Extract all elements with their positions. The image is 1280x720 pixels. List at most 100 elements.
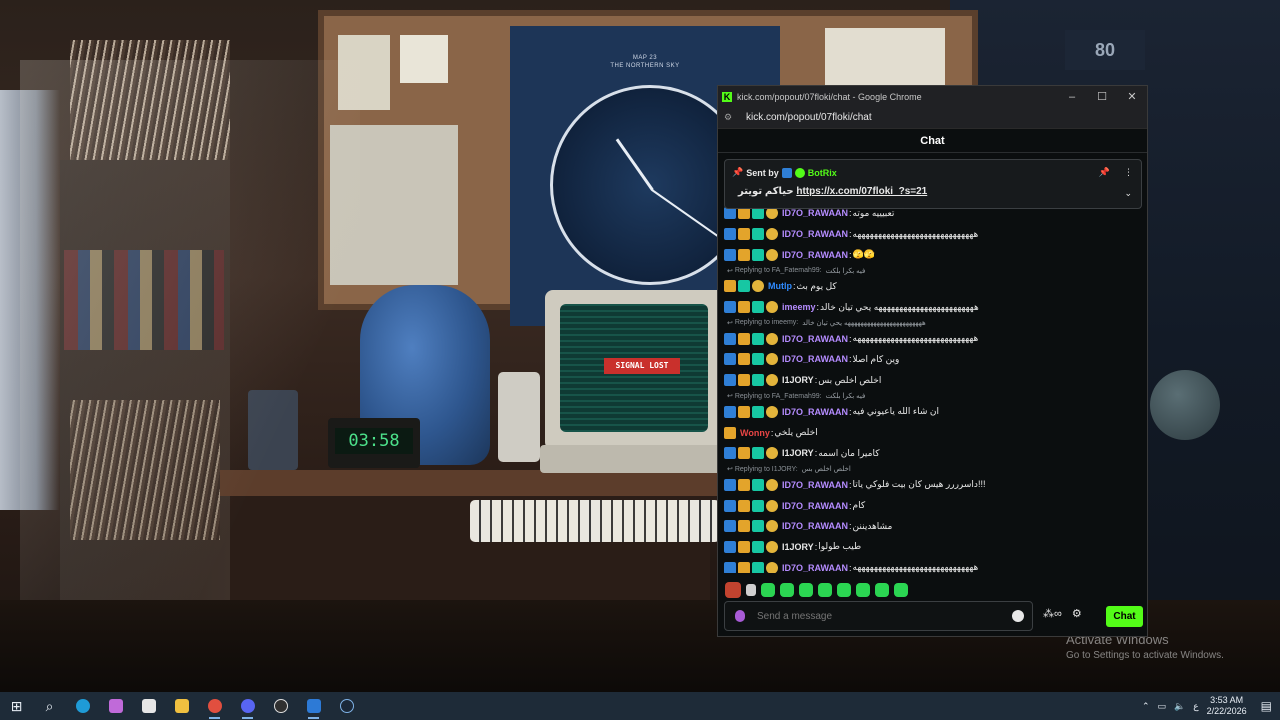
- window-titlebar[interactable]: K kick.com/popout/07floki/chat - Google …: [718, 86, 1147, 107]
- chat-username[interactable]: ID7O_RAWAAN: [782, 250, 848, 260]
- emoji-picker-icon[interactable]: [1012, 610, 1024, 622]
- colon-separator: :: [849, 333, 852, 344]
- maximize-button[interactable]: ☐: [1087, 90, 1117, 103]
- notification-icon[interactable]: ▤: [1261, 699, 1272, 713]
- green-emote-icon[interactable]: [761, 583, 775, 597]
- chat-message[interactable]: I1JORY: كاميرا مان اسمه: [724, 443, 1142, 464]
- green-emote-icon[interactable]: [818, 583, 832, 597]
- gift-badge-icon: [766, 374, 778, 387]
- pinned-sender-name[interactable]: BotRix: [808, 168, 837, 178]
- microphone-icon[interactable]: [735, 610, 745, 622]
- search-icon[interactable]: ⌕: [33, 692, 66, 720]
- chat-username[interactable]: ID7O_RAWAAN: [782, 480, 848, 490]
- chevron-down-icon[interactable]: ⌄: [1124, 188, 1132, 199]
- language-indicator[interactable]: ع: [1193, 701, 1198, 712]
- kick-emote-icon[interactable]: [725, 582, 741, 598]
- steam-icon[interactable]: [330, 692, 363, 720]
- chat-username[interactable]: Wonny: [740, 428, 770, 438]
- edge-icon[interactable]: [66, 692, 99, 720]
- chat-username[interactable]: imeemy: [782, 302, 816, 312]
- chat-username[interactable]: ID7O_RAWAAN: [782, 521, 848, 531]
- green-emote-icon[interactable]: [780, 583, 794, 597]
- chat-username[interactable]: I1JORY: [782, 448, 814, 458]
- gift-badge-icon: [766, 353, 778, 366]
- chat-username[interactable]: ID7O_RAWAAN: [782, 229, 848, 239]
- chat-message[interactable]: ID7O_RAWAAN: ان شاء الله ياعيوني فيه: [724, 402, 1142, 423]
- chat-messages[interactable]: ID7O_RAWAAN: تعبيييه موته ID7O_RAWAAN: هههه…: [724, 203, 1142, 573]
- kick-logo-icon: K: [722, 91, 732, 102]
- chat-message[interactable]: ID7O_RAWAAN: داسرررر هيس كان بيت فلوكي يا…: [724, 475, 1142, 496]
- chat-username[interactable]: Mutlp: [768, 281, 792, 291]
- discord-icon[interactable]: [231, 692, 264, 720]
- reply-context[interactable]: ↩ Replying to I1JORY: اخلص اخلص بس: [724, 464, 1142, 475]
- chat-username[interactable]: ID7O_RAWAAN: [782, 354, 848, 364]
- message-composer[interactable]: [724, 601, 1033, 631]
- gift-badge-icon: [766, 561, 778, 573]
- crown-badge-icon: [738, 540, 750, 553]
- volume-icon[interactable]: 🔈: [1174, 701, 1185, 712]
- copilot-icon[interactable]: [99, 692, 132, 720]
- settings-gear-icon[interactable]: ⚙: [1072, 607, 1082, 620]
- network-icon[interactable]: ▭: [1158, 701, 1167, 712]
- app-icon[interactable]: [297, 692, 330, 720]
- chat-username[interactable]: ID7O_RAWAAN: [782, 407, 848, 417]
- reply-context[interactable]: ↩ Replying to FA_Fatemah99: فيه بكرا بلكت: [724, 391, 1142, 402]
- minimize-button[interactable]: –: [1057, 91, 1087, 103]
- verified-icon: [794, 167, 805, 178]
- close-button[interactable]: ✕: [1117, 90, 1147, 103]
- chrome-icon[interactable]: [198, 692, 231, 720]
- chat-message[interactable]: ID7O_RAWAAN: كام: [724, 495, 1142, 516]
- clock-hand: [651, 189, 719, 237]
- chat-message[interactable]: Mutlp: كل يوم بث: [724, 276, 1142, 297]
- green-emote-icon[interactable]: [856, 583, 870, 597]
- chat-message[interactable]: ID7O_RAWAAN: 🫣🫣: [724, 244, 1142, 265]
- chat-message[interactable]: ID7O_RAWAAN: مشاهديننن: [724, 516, 1142, 537]
- chat-username[interactable]: ID7O_RAWAAN: [782, 334, 848, 344]
- points-icon[interactable]: ⁂∞: [1043, 607, 1062, 620]
- chat-username[interactable]: ID7O_RAWAAN: [782, 501, 848, 511]
- chat-username[interactable]: I1JORY: [782, 542, 814, 552]
- green-emote-icon[interactable]: [837, 583, 851, 597]
- obs-icon[interactable]: [264, 692, 297, 720]
- reply-label: Replying to imeemy:: [734, 319, 799, 327]
- explorer-icon[interactable]: [165, 692, 198, 720]
- taskbar-clock[interactable]: 3:53 AM 2/22/2026: [1207, 695, 1247, 717]
- wallpaper-sign: 80: [1065, 30, 1145, 70]
- chat-message[interactable]: ID7O_RAWAAN: وين كام اصلا: [724, 349, 1142, 370]
- reply-context[interactable]: ↩ Replying to FA_Fatemah99: فيه بكرا بلكت: [724, 265, 1142, 276]
- chat-message[interactable]: ID7O_RAWAAN: هههههههههههههههههههههههههههه…: [724, 557, 1142, 573]
- chat-message[interactable]: ID7O_RAWAAN: هههههههههههههههههههههههههههه…: [724, 224, 1142, 245]
- reply-icon: ↩: [727, 267, 733, 275]
- chat-message[interactable]: Wonny: اخلص يلخي: [724, 422, 1142, 443]
- crown-badge-icon: [738, 332, 750, 345]
- chat-username[interactable]: ID7O_RAWAAN: [782, 563, 848, 573]
- chat-username[interactable]: ID7O_RAWAAN: [782, 208, 848, 218]
- address-bar[interactable]: ⚙ kick.com/popout/07floki/chat: [718, 107, 1147, 129]
- chat-message[interactable]: imeemy: ههههههههههههههههههههههههه يحي تيا…: [724, 297, 1142, 318]
- send-chat-button[interactable]: Chat: [1106, 606, 1143, 627]
- unpin-icon[interactable]: 📌: [1099, 167, 1110, 177]
- chat-message[interactable]: ID7O_RAWAAN: هههههههههههههههههههههههههههه…: [724, 328, 1142, 349]
- url-text[interactable]: kick.com/popout/07floki/chat: [746, 112, 872, 123]
- pinned-message[interactable]: 📌 Sent by BotRix 📌 ⋮ حياكم تويتر https://…: [724, 159, 1142, 209]
- start-icon[interactable]: ⊞: [0, 692, 33, 720]
- hand-emote-icon[interactable]: [746, 584, 756, 596]
- green-emote-icon[interactable]: [894, 583, 908, 597]
- wallpaper-signal-lost: SIGNAL LOST: [604, 358, 680, 374]
- site-info-icon[interactable]: ⚙: [724, 112, 736, 123]
- chevron-up-icon[interactable]: ⌃: [1142, 701, 1150, 712]
- pinned-link[interactable]: https://x.com/07floki_?s=21: [796, 186, 927, 197]
- green-emote-icon[interactable]: [799, 583, 813, 597]
- chat-username[interactable]: I1JORY: [782, 375, 814, 385]
- mod-badge-icon: [724, 520, 736, 533]
- chat-message[interactable]: I1JORY: اخلص اخلص بس: [724, 370, 1142, 391]
- pinned-text: حياكم تويتر https://x.com/07floki_?s=21: [738, 186, 927, 197]
- chat-header: Chat: [718, 129, 1147, 153]
- chat-message[interactable]: I1JORY: طيب طولوا: [724, 537, 1142, 558]
- more-options-icon[interactable]: ⋮: [1124, 167, 1133, 177]
- sub-badge-icon: [752, 447, 764, 460]
- send-message-input[interactable]: [757, 610, 1012, 622]
- store-icon[interactable]: [132, 692, 165, 720]
- green-emote-icon[interactable]: [875, 583, 889, 597]
- reply-context[interactable]: ↩ Replying to imeemy: ههههههههههههههههههه…: [724, 317, 1142, 328]
